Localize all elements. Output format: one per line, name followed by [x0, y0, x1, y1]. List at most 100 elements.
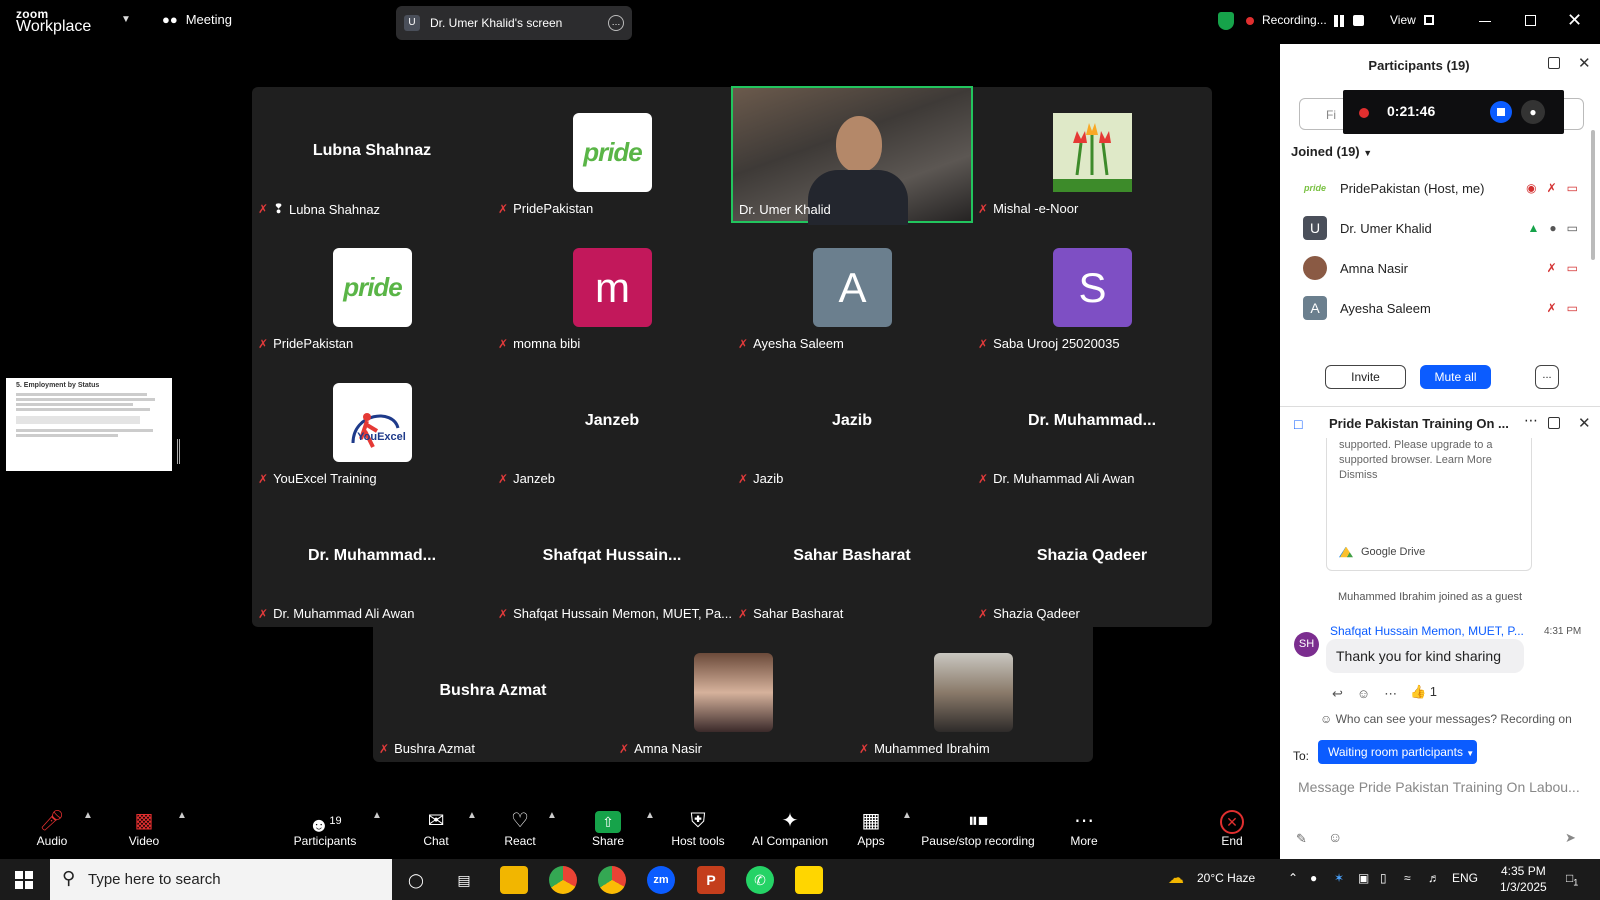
video-tile[interactable]: pride ✗ PridePakistan — [252, 222, 492, 357]
emoji-picker-icon[interactable]: ☺ — [1328, 829, 1342, 845]
mute-all-button[interactable]: Mute all — [1420, 365, 1491, 389]
video-tile[interactable]: ✗ Muhammed Ibrahim — [853, 627, 1093, 762]
camera-icon[interactable]: ▣ — [1358, 871, 1369, 885]
video-tile[interactable]: m ✗ momna bibi — [492, 222, 732, 357]
message-sender[interactable]: Shafqat Hussain Memon, MUET, P... — [1330, 624, 1524, 638]
more-icon[interactable]: ⋯ — [1384, 686, 1397, 702]
video-tile[interactable]: Lubna Shahnaz ✗ ❢ Lubna Shahnaz — [252, 87, 492, 222]
participants-scrollbar[interactable] — [1591, 130, 1595, 260]
audio-button[interactable]: 🎤︎ Audio ▲ — [7, 808, 97, 848]
react-button[interactable]: ♡ React ▲ — [475, 808, 565, 848]
end-button[interactable]: ✕ End — [1187, 808, 1277, 848]
file-explorer-icon[interactable] — [500, 866, 528, 894]
photo-avatar — [694, 653, 773, 732]
more-button[interactable]: ⋯ More — [1039, 808, 1129, 848]
more-options-icon[interactable]: … — [608, 15, 624, 31]
video-tile[interactable]: Shazia Qadeer ✗ Shazia Qadeer — [972, 492, 1212, 627]
video-tile[interactable]: A ✗ Ayesha Saleem — [732, 222, 972, 357]
video-tile[interactable]: Shafqat Hussain... ✗ Shafqat Hussain Memo… — [492, 492, 732, 627]
video-tile[interactable]: ✗ Amna Nasir — [613, 627, 853, 762]
chevron-down-icon[interactable]: ▼ — [121, 14, 131, 25]
popout-icon[interactable] — [1548, 57, 1560, 69]
chrome-profile-icon[interactable] — [598, 866, 626, 894]
video-tile[interactable]: Dr. Muhammad... ✗ Dr. Muhammad Ali Awan — [252, 492, 492, 627]
screen-share-pill[interactable]: U Dr. Umer Khalid's screen … — [396, 6, 632, 40]
video-tile[interactable]: Sahar Basharat ✗ Sahar Basharat — [732, 492, 972, 627]
more-options-button[interactable]: ... — [1535, 365, 1559, 389]
popout-icon[interactable] — [1548, 417, 1560, 429]
system-clock[interactable]: 4:35 PM 1/3/2025 — [1500, 863, 1547, 895]
message-actions: ↩ ☺ ⋯ — [1332, 686, 1397, 702]
participant-row[interactable]: pride PridePakistan (Host, me) ◉ ✗ ▭ — [1280, 168, 1600, 208]
chrome-icon[interactable] — [549, 866, 577, 894]
sticky-notes-icon[interactable] — [795, 866, 823, 894]
send-icon[interactable]: ➤ — [1565, 830, 1576, 846]
stop-icon[interactable] — [1353, 15, 1364, 26]
close-icon[interactable]: ✕ — [1578, 414, 1591, 432]
chat-more-icon[interactable]: ⋯ — [1524, 412, 1538, 429]
volume-icon[interactable]: ♬ — [1428, 871, 1440, 885]
zoom-icon[interactable]: zm — [647, 866, 675, 894]
video-tile[interactable]: Janzeb ✗ Janzeb — [492, 357, 732, 492]
message-bubble[interactable]: Thank you for kind sharing — [1326, 639, 1524, 673]
link-preview-card[interactable]: supported. Please upgrade to a supported… — [1326, 438, 1532, 571]
video-tile[interactable]: ✗ Mishal -e-Noor — [972, 87, 1212, 222]
weather-icon[interactable]: ☁ — [1168, 868, 1184, 888]
recipient-dropdown[interactable]: Waiting room participants ▼ — [1318, 740, 1477, 764]
emoji-icon[interactable]: ☺ — [1357, 686, 1370, 702]
apps-button[interactable]: ▦ Apps ▲ — [826, 808, 916, 848]
participant-row[interactable]: A Ayesha Saleem ✗ ▭ — [1280, 288, 1600, 328]
share-button[interactable]: ⇧ Share ▲ — [563, 808, 655, 848]
close-window-button[interactable]: ✕ — [1567, 10, 1582, 31]
pause-icon[interactable] — [1333, 15, 1345, 27]
joined-header[interactable]: Joined (19) ▼ — [1291, 144, 1372, 159]
participant-row[interactable]: Amna Nasir ✗ ▭ — [1280, 248, 1600, 288]
message-input[interactable]: Message Pride Pakistan Training On Labou… — [1298, 779, 1593, 795]
maximize-button[interactable] — [1525, 15, 1536, 26]
video-tile[interactable]: YouExcel ✗ YouExcel Training — [252, 357, 492, 492]
participants-button[interactable]: ☻19 Participants ▲ — [280, 808, 382, 848]
view-button[interactable]: View — [1390, 13, 1416, 27]
chat-button[interactable]: ✉ Chat ▲ — [391, 808, 481, 848]
video-tile[interactable]: pride ✗ PridePakistan — [492, 87, 732, 222]
shared-slide-thumbnail[interactable]: 5. Employment by Status — [6, 378, 172, 471]
resize-handle[interactable] — [177, 439, 180, 464]
video-tile[interactable]: Bushra Azmat ✗ Bushra Azmat — [373, 627, 613, 762]
reaction-badge[interactable]: 👍 1 — [1410, 684, 1437, 700]
ai-companion-button[interactable]: ✦ AI Companion — [740, 808, 840, 848]
powerpoint-icon[interactable]: P — [697, 866, 725, 894]
cortana-icon[interactable]: ◯ — [402, 866, 430, 894]
close-icon[interactable]: ✕ — [1578, 54, 1591, 72]
mic-icon[interactable]: ● — [1521, 100, 1545, 124]
host-tools-button[interactable]: ⛨ Host tools — [653, 808, 743, 848]
stop-recording-button[interactable] — [1490, 101, 1512, 123]
visibility-notice[interactable]: ☺ Who can see your messages? Recording o… — [1320, 712, 1572, 726]
bluetooth-icon[interactable]: ✶ — [1334, 871, 1344, 885]
mic-muted-icon: ✗ — [619, 741, 630, 756]
video-tile[interactable]: S ✗ Saba Urooj 25020035 — [972, 222, 1212, 357]
video-button[interactable]: ▩ Video ▲ — [99, 808, 189, 848]
task-view-icon[interactable]: ▤ — [450, 866, 478, 894]
meeting-button[interactable]: ●● Meeting — [162, 12, 232, 27]
language-indicator[interactable]: ENG — [1452, 871, 1478, 885]
minimize-button[interactable] — [1479, 21, 1491, 22]
format-icon[interactable]: ✎ — [1296, 831, 1307, 847]
video-tile[interactable]: Jazib ✗ Jazib — [732, 357, 972, 492]
windows-start-icon[interactable] — [15, 871, 33, 889]
notifications-icon[interactable]: □1 — [1566, 871, 1578, 887]
grid-view-icon[interactable] — [1424, 15, 1434, 25]
pause-stop-recording-button[interactable]: ⏸⏹ Pause/stop recording — [915, 808, 1041, 848]
reply-icon[interactable]: ↩ — [1332, 686, 1343, 702]
wifi-icon[interactable]: ≈ — [1404, 871, 1411, 885]
tray-overflow-icon[interactable]: ⌃ — [1288, 871, 1298, 885]
shield-icon[interactable] — [1218, 12, 1234, 30]
mic-icon[interactable]: ● — [1310, 871, 1317, 885]
taskbar-search-input[interactable]: ⚲ Type here to search — [50, 859, 392, 900]
participant-row[interactable]: U Dr. Umer Khalid ▲ ● ▭ — [1280, 208, 1600, 248]
whatsapp-icon[interactable]: ✆ — [746, 866, 774, 894]
invite-button[interactable]: Invite — [1325, 365, 1406, 389]
weather-status[interactable]: 20°C Haze — [1197, 871, 1255, 885]
battery-icon[interactable]: ▯ — [1380, 871, 1387, 885]
active-speaker-video[interactable]: Dr. Umer Khalid — [731, 86, 973, 225]
video-tile[interactable]: Dr. Muhammad... ✗ Dr. Muhammad Ali Awan — [972, 357, 1212, 492]
